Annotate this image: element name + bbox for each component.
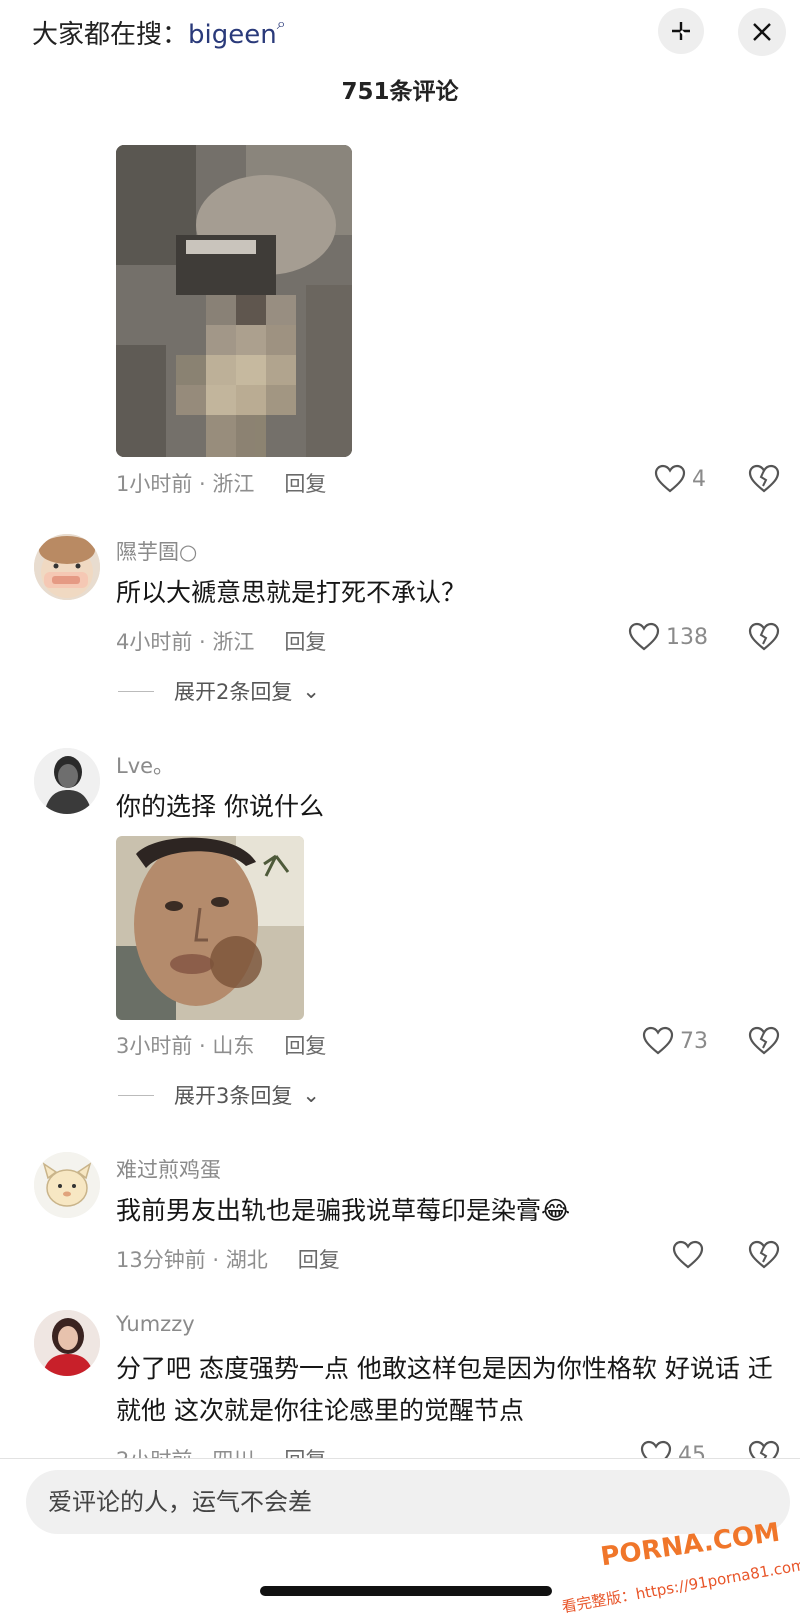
comment-image-pixelated[interactable] bbox=[116, 145, 352, 457]
comment-5-like-button[interactable]: 45 bbox=[640, 1440, 706, 1458]
comment-5-avatar[interactable] bbox=[34, 1310, 100, 1376]
broken-heart-icon bbox=[748, 1440, 780, 1458]
comment-5-dislike-button[interactable] bbox=[748, 1440, 780, 1458]
comment-3-text: 你的选择 你说什么 bbox=[116, 792, 324, 821]
broken-heart-icon bbox=[748, 622, 780, 651]
comment-4-avatar[interactable] bbox=[34, 1152, 100, 1218]
pixelated-image bbox=[116, 145, 352, 457]
comment-3-image[interactable] bbox=[116, 836, 304, 1020]
comment-5-time-location: 2小时前 · 四川 bbox=[116, 1448, 254, 1458]
close-button[interactable] bbox=[738, 8, 786, 56]
avatar-image bbox=[34, 748, 100, 814]
comment-4-username[interactable]: 难过煎鸡蛋 bbox=[116, 1154, 221, 1184]
comment-5-like-count: 45 bbox=[678, 1442, 706, 1459]
comment-2-expand-label: 展开2条回复 bbox=[174, 680, 293, 704]
comment-4-reply-button[interactable]: 回复 bbox=[298, 1248, 340, 1272]
chevron-down-icon: ⌄ bbox=[302, 679, 320, 703]
laughing-crying-emoji-icon: 😂 bbox=[541, 1196, 571, 1225]
comment-1-dislike-button[interactable] bbox=[748, 464, 780, 498]
comment-1-time-location: 1小时前 · 浙江 bbox=[116, 472, 255, 496]
add-button[interactable] bbox=[658, 8, 704, 54]
comment-3-reply-button[interactable]: 回复 bbox=[284, 1034, 326, 1058]
expand-divider bbox=[118, 1094, 154, 1096]
heart-icon bbox=[654, 464, 686, 493]
heart-icon bbox=[628, 622, 660, 651]
close-icon bbox=[753, 23, 771, 41]
comment-2-like-button[interactable]: 138 bbox=[628, 622, 708, 652]
comment-2-text: 所以大褫意思就是打死不承认？ bbox=[116, 578, 467, 607]
comment-4-text: 我前男友出轨也是骗我说草莓印是染膏 bbox=[116, 1196, 542, 1225]
broken-heart-icon bbox=[748, 464, 780, 493]
heart-icon bbox=[640, 1440, 672, 1458]
comment-1-like-count: 4 bbox=[692, 466, 706, 492]
trending-search-prefix: 大家都在搜： bbox=[32, 20, 189, 50]
comment-3-username[interactable]: Lve。 bbox=[116, 750, 174, 780]
heart-icon bbox=[672, 1240, 704, 1269]
comment-5-reply-button[interactable]: 回复 bbox=[284, 1448, 326, 1458]
meme-face-image bbox=[116, 836, 304, 1020]
comment-4-time-location: 13分钟前 · 湖北 bbox=[116, 1248, 268, 1272]
comment-2-meta: 4小时前 · 浙江 回复 bbox=[116, 626, 326, 656]
broken-heart-icon bbox=[748, 1026, 780, 1055]
comment-4-text-row: 我前男友出轨也是骗我说草莓印是染膏😂 bbox=[116, 1190, 776, 1232]
broken-heart-icon bbox=[748, 1240, 780, 1269]
comment-1-meta: 1小时前 · 浙江 回复 bbox=[116, 468, 326, 498]
chevron-down-icon: ⌄ bbox=[302, 1083, 320, 1107]
comment-3-avatar[interactable] bbox=[34, 748, 100, 814]
comment-input[interactable] bbox=[26, 1470, 790, 1534]
comment-5-username[interactable]: Yumzzy bbox=[116, 1312, 195, 1336]
comment-3-like-button[interactable]: 73 bbox=[642, 1026, 708, 1056]
comment-3-time-location: 3小时前 · 山东 bbox=[116, 1034, 255, 1058]
comment-5-meta: 2小时前 · 四川 回复 bbox=[116, 1444, 326, 1458]
comment-2-dislike-button[interactable] bbox=[748, 622, 780, 656]
avatar-image bbox=[34, 534, 100, 600]
heart-icon bbox=[642, 1026, 674, 1055]
comment-3-meta: 3小时前 · 山东 回复 bbox=[116, 1030, 326, 1060]
comment-4-meta: 13分钟前 · 湖北 回复 bbox=[116, 1244, 340, 1274]
watermark-url: 看完整版：https://91porna81.com bbox=[560, 1555, 800, 1617]
avatar-image bbox=[34, 1310, 100, 1376]
comment-4-dislike-button[interactable] bbox=[748, 1240, 780, 1274]
trending-search[interactable]: 大家都在搜：bigeen⌕ bbox=[32, 14, 286, 51]
bottom-divider bbox=[0, 1458, 800, 1459]
avatar-image bbox=[34, 1152, 100, 1218]
comment-2-reply-button[interactable]: 回复 bbox=[284, 630, 326, 654]
home-indicator[interactable] bbox=[260, 1586, 552, 1596]
plus-icon bbox=[672, 22, 690, 40]
comment-5-meta-clipped: 2小时前 · 四川 回复 45 bbox=[0, 1436, 800, 1458]
comment-3-expand-label: 展开3条回复 bbox=[174, 1084, 293, 1108]
trending-search-keyword[interactable]: bigeen bbox=[188, 20, 277, 50]
comment-1-like-button[interactable]: 4 bbox=[654, 464, 706, 494]
comment-2-username[interactable]: 隰芋圄○ bbox=[116, 536, 197, 566]
expand-divider bbox=[118, 690, 154, 692]
comment-4-like-button[interactable] bbox=[672, 1240, 710, 1270]
comment-3-dislike-button[interactable] bbox=[748, 1026, 780, 1060]
search-icon: ⌕ bbox=[276, 14, 286, 33]
comment-2-expand-replies[interactable]: 展开2条回复 ⌄ bbox=[118, 676, 320, 706]
comment-1-reply-button[interactable]: 回复 bbox=[284, 472, 326, 496]
comment-5-text: 分了吧 态度强势一点 他敢这样包是因为你性格软 好说话 迁就他 这次就是你往论感… bbox=[116, 1354, 773, 1425]
comment-2-like-count: 138 bbox=[666, 624, 708, 650]
comment-3-expand-replies[interactable]: 展开3条回复 ⌄ bbox=[118, 1080, 320, 1110]
comment-count-title: 751条评论 bbox=[341, 79, 459, 105]
comment-2-avatar[interactable] bbox=[34, 534, 100, 600]
comment-2-time-location: 4小时前 · 浙江 bbox=[116, 630, 255, 654]
comment-3-like-count: 73 bbox=[680, 1028, 708, 1054]
